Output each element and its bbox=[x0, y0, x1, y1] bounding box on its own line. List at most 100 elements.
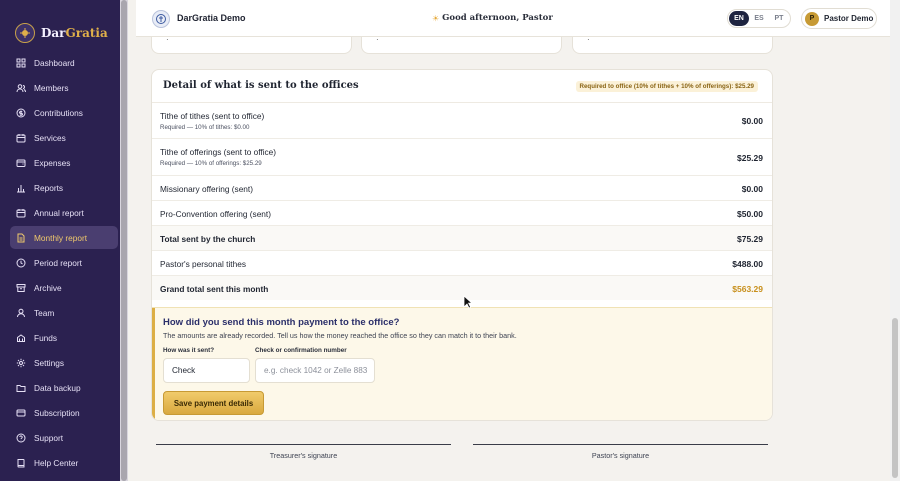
card-icon bbox=[16, 408, 26, 418]
language-switcher: EN ES PT bbox=[727, 9, 791, 28]
sidebar-nav: Dashboard Members Contributions Services… bbox=[0, 51, 128, 474]
confirmation-number-input[interactable]: e.g. check 1042 or Zelle 883 bbox=[255, 358, 375, 383]
page-scrollbar-thumb[interactable] bbox=[892, 318, 898, 478]
office-detail-card: Detail of what is sent to the offices Re… bbox=[151, 69, 773, 421]
greeting: ☀ Good afternoon, Pastor bbox=[432, 13, 553, 23]
sidebar: DarGratia Dashboard Members Contribution… bbox=[0, 0, 128, 481]
sidebar-item-settings[interactable]: Settings bbox=[10, 351, 118, 374]
sidebar-item-expenses[interactable]: Expenses bbox=[10, 151, 118, 174]
row-sublabel: Required — 10% of tithes: $0.00 bbox=[160, 124, 250, 131]
page-scrollbar[interactable] bbox=[890, 0, 900, 481]
sidebar-item-annual-report[interactable]: Annual report bbox=[10, 201, 118, 224]
summary-card: · bbox=[151, 35, 352, 54]
sidebar-item-label: Data backup bbox=[34, 382, 81, 393]
payment-panel: How did you send this month payment to t… bbox=[152, 307, 772, 420]
greeting-text: Good afternoon, Pastor bbox=[442, 13, 553, 23]
required-badge: Required to office (10% of tithes + 10% … bbox=[575, 81, 758, 92]
brand[interactable]: DarGratia bbox=[0, 0, 128, 50]
pastor-signature-label: Pastor's signature bbox=[591, 451, 650, 460]
language-es-button[interactable]: ES bbox=[749, 11, 769, 26]
sidebar-item-reports[interactable]: Reports bbox=[10, 176, 118, 199]
brand-logo-icon bbox=[15, 23, 35, 43]
archive-icon bbox=[16, 283, 26, 293]
sidebar-item-dashboard[interactable]: Dashboard bbox=[10, 51, 118, 74]
calendar-icon bbox=[16, 133, 26, 143]
language-pt-button[interactable]: PT bbox=[769, 11, 789, 26]
sidebar-item-period-report[interactable]: Period report bbox=[10, 251, 118, 274]
table-row: Pro-Convention offering (sent) $50.00 bbox=[152, 201, 772, 226]
summary-card: · bbox=[572, 35, 773, 54]
sidebar-item-support[interactable]: Support bbox=[10, 426, 118, 449]
funds-icon bbox=[16, 333, 26, 343]
sidebar-item-contributions[interactable]: Contributions bbox=[10, 101, 118, 124]
office-detail-title: Detail of what is sent to the offices bbox=[163, 80, 359, 91]
sidebar-scrollbar-thumb[interactable] bbox=[121, 0, 127, 481]
sidebar-scrollbar[interactable] bbox=[120, 0, 128, 481]
sidebar-item-subscription[interactable]: Subscription bbox=[10, 401, 118, 424]
user-menu[interactable]: P Pastor Demo bbox=[801, 8, 877, 29]
sidebar-item-archive[interactable]: Archive bbox=[10, 276, 118, 299]
row-amount: $488.00 bbox=[732, 259, 763, 269]
wallet-icon bbox=[16, 158, 26, 168]
treasurer-signature-line bbox=[156, 444, 451, 445]
sidebar-item-funds[interactable]: Funds bbox=[10, 326, 118, 349]
row-sublabel: Required — 10% of offerings: $25.29 bbox=[160, 160, 262, 167]
brand-name-second: Gratia bbox=[65, 26, 108, 40]
table-row: Tithe of tithes (sent to office) Require… bbox=[152, 103, 772, 139]
sidebar-item-data-backup[interactable]: Data backup bbox=[10, 376, 118, 399]
sidebar-item-services[interactable]: Services bbox=[10, 126, 118, 149]
users-icon bbox=[16, 83, 26, 93]
sidebar-item-label: Help Center bbox=[34, 457, 79, 468]
sidebar-item-label: Support bbox=[34, 432, 64, 443]
sidebar-item-team[interactable]: Team bbox=[10, 301, 118, 324]
sidebar-item-members[interactable]: Members bbox=[10, 76, 118, 99]
table-row: Pastor's personal tithes $488.00 bbox=[152, 251, 772, 276]
table-row-grand-total: Grand total sent this month $563.29 bbox=[152, 276, 772, 300]
sidebar-item-label: Reports bbox=[34, 182, 64, 193]
row-label: Tithe of offerings (sent to office) bbox=[160, 147, 277, 157]
row-label: Pro-Convention offering (sent) bbox=[160, 209, 271, 219]
mouse-cursor-icon bbox=[463, 295, 473, 309]
clock-icon bbox=[16, 258, 26, 268]
save-payment-button[interactable]: Save payment details bbox=[163, 391, 264, 415]
avatar: P bbox=[805, 11, 819, 26]
sidebar-item-label: Subscription bbox=[34, 407, 80, 418]
user-name: Pastor Demo bbox=[824, 14, 874, 23]
sidebar-item-monthly-report[interactable]: Monthly report bbox=[10, 226, 118, 249]
brand-name: DarGratia bbox=[41, 26, 108, 40]
sidebar-item-help-center[interactable]: Help Center bbox=[10, 451, 118, 474]
table-row: Tithe of offerings (sent to office) Requ… bbox=[152, 139, 772, 176]
row-label: Tithe of tithes (sent to office) bbox=[160, 111, 265, 121]
sidebar-item-label: Period report bbox=[34, 257, 82, 268]
document-icon bbox=[16, 233, 26, 243]
brand-name-first: Dar bbox=[41, 26, 66, 40]
sidebar-item-label: Dashboard bbox=[34, 57, 75, 68]
language-en-button[interactable]: EN bbox=[729, 11, 749, 26]
payment-description: The amounts are already recorded. Tell u… bbox=[163, 331, 517, 340]
row-label: Grand total sent this month bbox=[160, 284, 269, 294]
row-amount: $25.29 bbox=[737, 153, 763, 163]
row-amount: $0.00 bbox=[741, 184, 763, 194]
sidebar-item-label: Archive bbox=[34, 282, 62, 293]
confirmation-label: Check or confirmation number bbox=[255, 347, 347, 354]
app-title: DarGratia Demo bbox=[177, 13, 246, 23]
payment-panel-accent bbox=[152, 308, 155, 420]
summary-card: · bbox=[361, 35, 562, 54]
calendar-icon bbox=[16, 208, 26, 218]
coin-icon bbox=[16, 108, 26, 118]
sidebar-item-label: Contributions bbox=[34, 107, 83, 118]
sidebar-item-label: Expenses bbox=[34, 157, 71, 168]
topbar: DarGratia Demo ☀ Good afternoon, Pastor E… bbox=[136, 0, 890, 37]
book-icon bbox=[16, 458, 26, 468]
grid-icon bbox=[16, 58, 26, 68]
sidebar-item-label: Annual report bbox=[34, 207, 84, 218]
gear-icon bbox=[16, 358, 26, 368]
folder-icon bbox=[16, 383, 26, 393]
church-logo-icon bbox=[152, 10, 170, 28]
sidebar-item-label: Team bbox=[34, 307, 55, 318]
table-row: Missionary offering (sent) $0.00 bbox=[152, 176, 772, 201]
pastor-signature-line bbox=[473, 444, 768, 445]
sidebar-item-label: Monthly report bbox=[34, 232, 88, 243]
team-icon bbox=[16, 308, 26, 318]
payment-method-select[interactable]: Check bbox=[163, 358, 250, 383]
